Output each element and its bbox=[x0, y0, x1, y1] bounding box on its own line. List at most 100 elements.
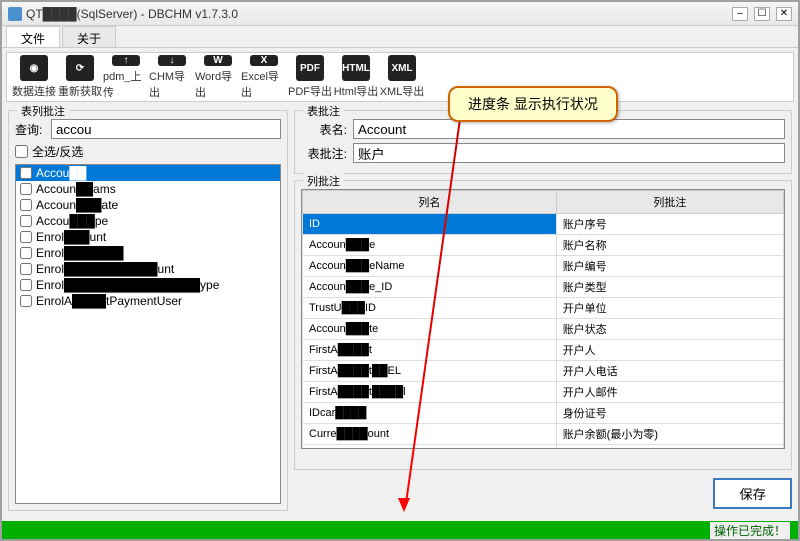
list-item[interactable]: Enrol████████████████ype bbox=[16, 277, 280, 293]
table-row[interactable]: StartC████ing██ate最后结算日 bbox=[303, 445, 784, 450]
query-input[interactable] bbox=[51, 119, 281, 139]
list-item-checkbox[interactable] bbox=[20, 183, 32, 195]
upload-icon: ↑ bbox=[112, 55, 140, 66]
cell-colname: FirstA████t████l bbox=[303, 382, 557, 403]
list-item-label: Enrol████████████████ype bbox=[36, 278, 219, 292]
list-item[interactable]: Enrol███████████unt bbox=[16, 261, 280, 277]
cell-colcomment: 身份证号 bbox=[556, 403, 783, 424]
list-item-label: Accou███pe bbox=[36, 214, 108, 228]
select-all-label: 全选/反选 bbox=[32, 143, 83, 160]
col-header-comment: 列批注 bbox=[556, 191, 783, 214]
list-item[interactable]: Accoun███ate bbox=[16, 197, 280, 213]
toolbar-pdf[interactable]: PDFPDF导出 bbox=[287, 55, 333, 99]
toolbar-chm[interactable]: ↓CHM导出 bbox=[149, 55, 195, 99]
table-row[interactable]: FirstA████t██EL开户人电话 bbox=[303, 361, 784, 382]
table-row[interactable]: Accoun███eName账户编号 bbox=[303, 256, 784, 277]
close-button[interactable]: ✕ bbox=[776, 7, 792, 21]
list-item[interactable]: Enrol███unt bbox=[16, 229, 280, 245]
list-item[interactable]: Enrol███████ bbox=[16, 245, 280, 261]
db-icon: ◉ bbox=[20, 55, 48, 81]
cell-colname: StartC████ing██ate bbox=[303, 445, 557, 450]
table-row[interactable]: FirstA████t开户人 bbox=[303, 340, 784, 361]
column-comment-group: 列批注 列名 列批注 ID账户序号Accoun███e账户名称Accoun███… bbox=[294, 180, 792, 470]
list-item-checkbox[interactable] bbox=[20, 167, 32, 179]
table-row[interactable]: Curre████ount账户余额(最小为零) bbox=[303, 424, 784, 445]
toolbar: ◉数据连接 ⟳重新获取 ↑pdm_上传 ↓CHM导出 WWord导出 XExce… bbox=[6, 52, 794, 102]
menu-tabs: 文件 关于 bbox=[2, 26, 798, 48]
maximize-button[interactable]: ☐ bbox=[754, 7, 770, 21]
progress-bar: 操作已完成！ bbox=[2, 521, 798, 539]
table-row[interactable]: ID账户序号 bbox=[303, 214, 784, 235]
list-item-checkbox[interactable] bbox=[20, 215, 32, 227]
list-item-label: Accou██ bbox=[36, 166, 86, 180]
list-item-checkbox[interactable] bbox=[20, 231, 32, 243]
cell-colname: TrustU███ID bbox=[303, 298, 557, 319]
list-item-label: Enrol███unt bbox=[36, 230, 106, 244]
list-item-checkbox[interactable] bbox=[20, 263, 32, 275]
cell-colcomment: 最后结算日 bbox=[556, 445, 783, 450]
xml-icon: XML bbox=[388, 55, 416, 81]
table-row[interactable]: Accoun███e_ID账户类型 bbox=[303, 277, 784, 298]
table-list[interactable]: Accou██ Accoun██ams Accoun███ate Accou███pe… bbox=[15, 164, 281, 504]
list-item-label: Enrol███████████unt bbox=[36, 262, 174, 276]
toolbar-xml[interactable]: XMLXML导出 bbox=[379, 55, 425, 99]
toolbar-refresh[interactable]: ⟳重新获取 bbox=[57, 55, 103, 99]
col-group-title: 列批注 bbox=[303, 173, 344, 189]
list-item-label: Accoun███ate bbox=[36, 198, 118, 212]
cell-colcomment: 开户人 bbox=[556, 340, 783, 361]
tablename-label: 表名: bbox=[301, 121, 347, 138]
cell-colcomment: 账户编号 bbox=[556, 256, 783, 277]
list-item-checkbox[interactable] bbox=[20, 199, 32, 211]
toolbar-word[interactable]: WWord导出 bbox=[195, 55, 241, 99]
list-item-checkbox[interactable] bbox=[20, 279, 32, 291]
list-item-label: Accoun██ams bbox=[36, 182, 116, 196]
word-icon: W bbox=[204, 55, 232, 66]
col-header-name: 列名 bbox=[303, 191, 557, 214]
minimize-button[interactable]: – bbox=[732, 7, 748, 21]
tab-file[interactable]: 文件 bbox=[6, 26, 60, 47]
list-item-label: EnrolA████tPaymentUser bbox=[36, 294, 182, 308]
cell-colcomment: 账户余额(最小为零) bbox=[556, 424, 783, 445]
column-grid[interactable]: 列名 列批注 ID账户序号Accoun███e账户名称Accoun███eNam… bbox=[302, 190, 784, 449]
toolbar-excel[interactable]: XExcel导出 bbox=[241, 55, 287, 99]
tablecomment-input[interactable] bbox=[353, 143, 785, 163]
tablename-input[interactable] bbox=[353, 119, 785, 139]
cell-colcomment: 开户人邮件 bbox=[556, 382, 783, 403]
annotation-callout: 进度条 显示执行状况 bbox=[448, 86, 618, 122]
cell-colcomment: 开户人电话 bbox=[556, 361, 783, 382]
cell-colcomment: 账户名称 bbox=[556, 235, 783, 256]
list-item-checkbox[interactable] bbox=[20, 295, 32, 307]
cell-colname: ID bbox=[303, 214, 557, 235]
query-label: 查询: bbox=[15, 121, 51, 138]
cell-colcomment: 账户序号 bbox=[556, 214, 783, 235]
cell-colname: Accoun███eName bbox=[303, 256, 557, 277]
table-row[interactable]: Accoun███te账户状态 bbox=[303, 319, 784, 340]
list-item-checkbox[interactable] bbox=[20, 247, 32, 259]
list-item[interactable]: Accoun██ams bbox=[16, 181, 280, 197]
tablecomment-label: 表批注: bbox=[301, 145, 347, 162]
titlebar: QT████(SqlServer) - DBCHM v1.7.3.0 – ☐ ✕ bbox=[2, 2, 798, 26]
table-row[interactable]: Accoun███e账户名称 bbox=[303, 235, 784, 256]
table-column-comment-group: 表列批注 查询: 全选/反选 Accou██Accoun██amsAccoun█… bbox=[8, 110, 288, 511]
html-icon: HTML bbox=[342, 55, 370, 81]
toolbar-html[interactable]: HTMLHtml导出 bbox=[333, 55, 379, 99]
table-row[interactable]: IDcar████身份证号 bbox=[303, 403, 784, 424]
toolbar-conn[interactable]: ◉数据连接 bbox=[11, 55, 57, 99]
list-item[interactable]: EnrolA████tPaymentUser bbox=[16, 293, 280, 309]
cell-colname: Accoun███e bbox=[303, 235, 557, 256]
cell-colcomment: 账户状态 bbox=[556, 319, 783, 340]
list-item-label: Enrol███████ bbox=[36, 246, 124, 260]
cell-colname: FirstA████t██EL bbox=[303, 361, 557, 382]
right-group-title: 表批注 bbox=[303, 103, 344, 119]
toolbar-pdm[interactable]: ↑pdm_上传 bbox=[103, 55, 149, 99]
select-all-checkbox[interactable] bbox=[15, 145, 28, 158]
save-button[interactable]: 保存 bbox=[713, 478, 792, 509]
list-item[interactable]: Accou███pe bbox=[16, 213, 280, 229]
list-item[interactable]: Accou██ bbox=[16, 165, 280, 181]
refresh-icon: ⟳ bbox=[66, 55, 94, 81]
tab-about[interactable]: 关于 bbox=[62, 26, 116, 47]
window-title: QT████(SqlServer) - DBCHM v1.7.3.0 bbox=[26, 7, 732, 21]
app-icon bbox=[8, 7, 22, 21]
table-row[interactable]: TrustU███ID开户单位 bbox=[303, 298, 784, 319]
table-row[interactable]: FirstA████t████l开户人邮件 bbox=[303, 382, 784, 403]
